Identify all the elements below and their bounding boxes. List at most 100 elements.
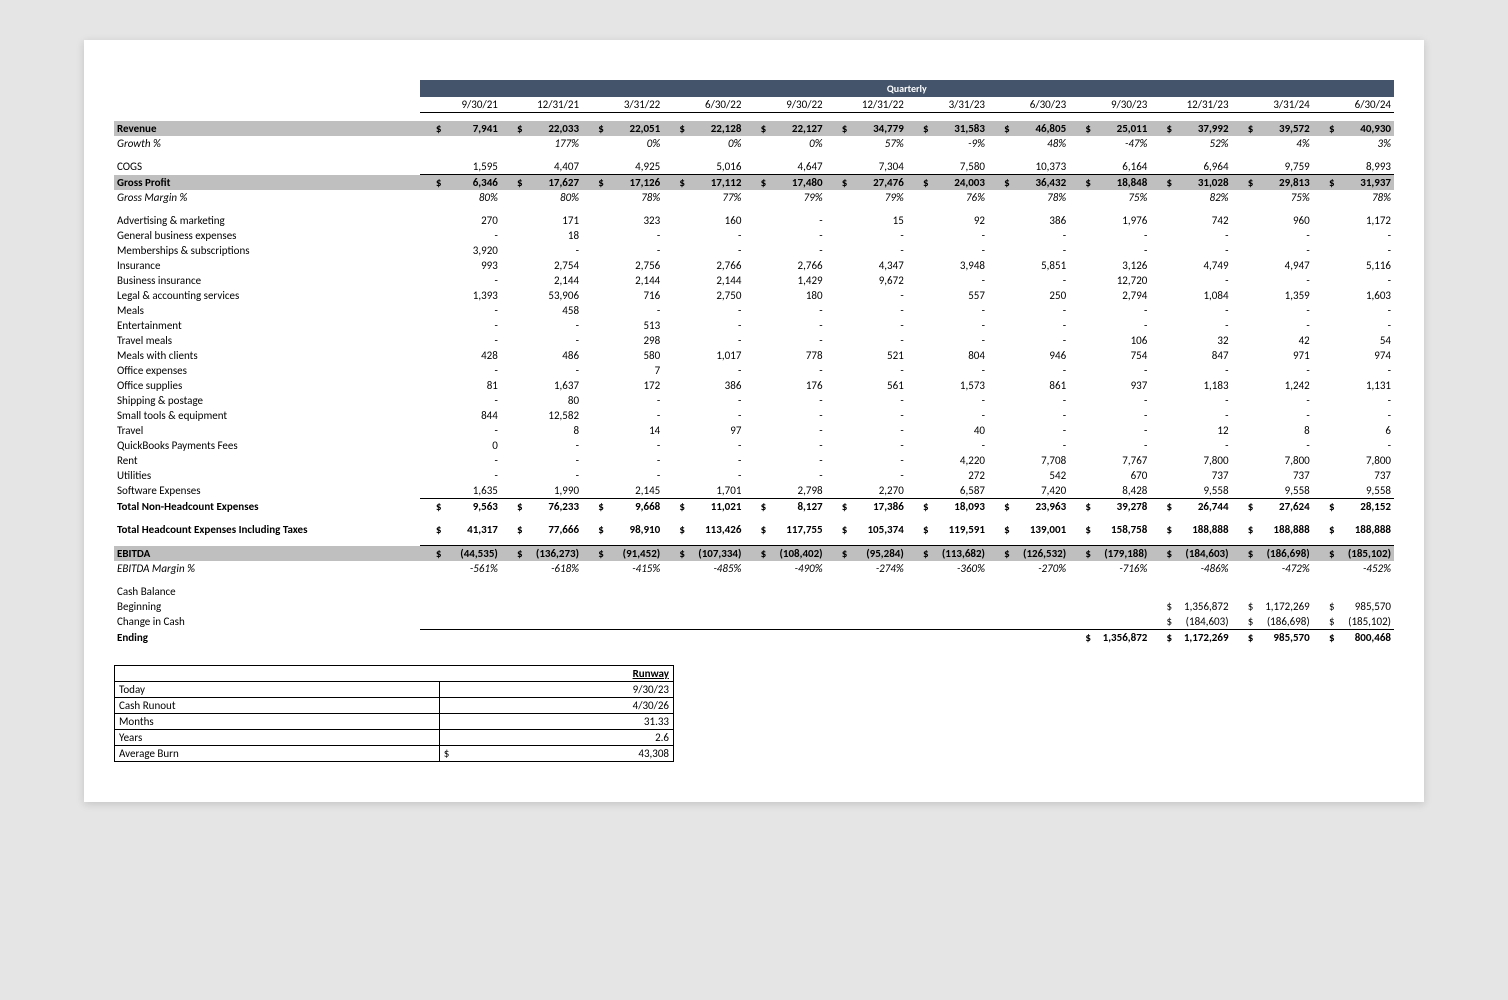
period-header: 12/31/23 — [1150, 97, 1231, 113]
table-row — [114, 205, 1394, 213]
cell: - — [1150, 363, 1231, 378]
cell: - — [420, 468, 501, 483]
cell: 76% — [907, 190, 988, 205]
cell: - — [988, 438, 1069, 453]
cell: - — [420, 333, 501, 348]
cell: 1,359 — [1232, 288, 1313, 303]
cell: 737 — [1313, 468, 1394, 483]
table-row: Small tools & equipment84412,582--------… — [114, 408, 1394, 423]
table-row: Travel-81497--40--1286 — [114, 423, 1394, 438]
cell: - — [988, 408, 1069, 423]
cell — [501, 630, 582, 646]
row-label: General business expenses — [114, 228, 420, 243]
cell — [582, 630, 663, 646]
cell — [744, 584, 825, 599]
row-label: Rent — [114, 453, 420, 468]
cell — [582, 599, 663, 614]
cell: 9,558 — [1232, 483, 1313, 499]
cell: 270 — [420, 213, 501, 228]
runway-label: Average Burn — [115, 746, 440, 762]
cell: 2,144 — [582, 273, 663, 288]
cell: $9,668 — [582, 499, 663, 515]
cell: 80 — [501, 393, 582, 408]
cell: $113,426 — [663, 522, 744, 537]
cell: - — [907, 408, 988, 423]
cell: - — [826, 228, 907, 243]
period-header-row: 9/30/2112/31/213/31/226/30/229/30/2212/3… — [114, 97, 1394, 113]
cell: - — [907, 243, 988, 258]
cell: $31,583 — [907, 121, 988, 136]
cell: 78% — [1313, 190, 1394, 205]
cell — [744, 630, 825, 646]
cell: - — [744, 393, 825, 408]
cell: -47% — [1069, 136, 1150, 151]
cell: $28,152 — [1313, 499, 1394, 515]
cell: - — [420, 273, 501, 288]
cell: - — [1313, 438, 1394, 453]
cell: 847 — [1150, 348, 1231, 363]
cell: $76,233 — [501, 499, 582, 515]
cell: -472% — [1232, 561, 1313, 576]
cell: $188,888 — [1232, 522, 1313, 537]
cell: - — [907, 303, 988, 318]
cell: 79% — [826, 190, 907, 205]
cell: - — [1069, 363, 1150, 378]
cell: -270% — [988, 561, 1069, 576]
cell: 40 — [907, 423, 988, 438]
cell: 4,407 — [501, 159, 582, 175]
cell: $39,572 — [1232, 121, 1313, 136]
cell: 670 — [1069, 468, 1150, 483]
cell: - — [582, 303, 663, 318]
table-row: General business expenses-18---------- — [114, 228, 1394, 243]
cell: - — [988, 333, 1069, 348]
cell: 513 — [582, 318, 663, 333]
cell: - — [420, 423, 501, 438]
row-label: Entertainment — [114, 318, 420, 333]
cell: 52% — [1150, 136, 1231, 151]
cell: $(186,698) — [1232, 546, 1313, 562]
cell: $36,432 — [988, 175, 1069, 191]
cell: 180 — [744, 288, 825, 303]
cell: 80% — [420, 190, 501, 205]
cell: - — [1150, 408, 1231, 423]
cell: -360% — [907, 561, 988, 576]
table-row: Cash Balance — [114, 584, 1394, 599]
row-label: Business insurance — [114, 273, 420, 288]
cell: 3% — [1313, 136, 1394, 151]
table-row — [114, 576, 1394, 584]
cell: 80% — [501, 190, 582, 205]
table-row: Legal & accounting services1,39353,90671… — [114, 288, 1394, 303]
cell: 5,851 — [988, 258, 1069, 273]
cell: 580 — [582, 348, 663, 363]
cell: 12 — [1150, 423, 1231, 438]
cell: 4,947 — [1232, 258, 1313, 273]
cell: 171 — [501, 213, 582, 228]
cell: 1,084 — [1150, 288, 1231, 303]
row-label: Revenue — [114, 121, 420, 136]
period-header: 3/31/22 — [582, 97, 663, 113]
row-label: Total Headcount Expenses Including Taxes — [114, 522, 420, 537]
cell: 8,993 — [1313, 159, 1394, 175]
cell: - — [663, 393, 744, 408]
cell — [1313, 584, 1394, 599]
table-row: Advertising & marketing270171323160-1592… — [114, 213, 1394, 228]
cell: $(185,102) — [1313, 546, 1394, 562]
cell — [988, 630, 1069, 646]
period-header: 6/30/24 — [1313, 97, 1394, 113]
cell: $39,278 — [1069, 499, 1150, 515]
runway-value: $43,308 — [439, 746, 673, 762]
cell: 7,580 — [907, 159, 988, 175]
cell: 9,672 — [826, 273, 907, 288]
cell: 4,347 — [826, 258, 907, 273]
cell: $17,386 — [826, 499, 907, 515]
cell: $27,476 — [826, 175, 907, 191]
period-header: 6/30/22 — [663, 97, 744, 113]
cell: - — [826, 318, 907, 333]
cell: - — [1232, 363, 1313, 378]
row-label: Gross Profit — [114, 175, 420, 191]
cell: 1,183 — [1150, 378, 1231, 393]
cell: - — [826, 408, 907, 423]
runway-row: Average Burn$43,308 — [115, 746, 674, 762]
cell: 993 — [420, 258, 501, 273]
cell: - — [907, 393, 988, 408]
